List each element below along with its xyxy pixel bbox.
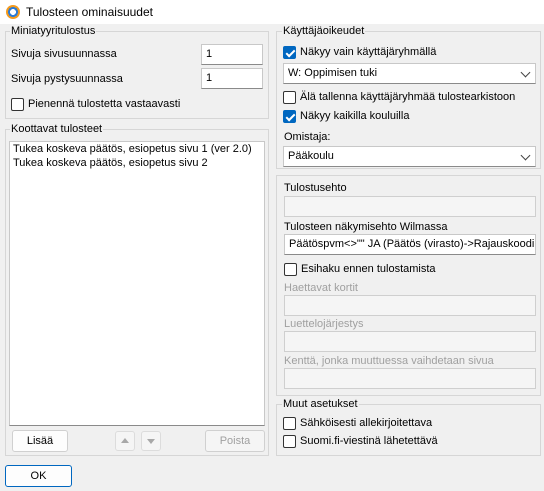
add-button[interactable]: Lisää — [12, 430, 68, 452]
only-group-checkbox[interactable] — [283, 46, 296, 59]
thumbnail-group-title: Miniatyyritulostus — [10, 25, 97, 37]
app-logo-icon — [6, 5, 20, 19]
permissions-group-title: Käyttäjäoikeudet — [282, 25, 366, 37]
move-down-button[interactable] — [141, 431, 161, 451]
all-schools-checkbox-row[interactable]: Näkyy kaikilla kouluilla — [283, 109, 533, 125]
list-item[interactable]: Tukea koskeva päätös, esiopetus sivu 1 (… — [10, 142, 264, 156]
suomifi-checkbox-row[interactable]: Suomi.fi-viestinä lähetettävä — [283, 434, 533, 450]
list-item[interactable]: Tukea koskeva päätös, esiopetus sivu 2 — [10, 156, 264, 170]
owner-select-value: Pääkoulu — [288, 150, 334, 162]
only-group-checkbox-row[interactable]: Näkyy vain käyttäjäryhmällä — [283, 45, 533, 61]
cards-label: Haettavat kortit — [284, 282, 358, 294]
all-schools-checkbox-label: Näkyy kaikilla kouluilla — [300, 110, 410, 122]
list-order-label: Luettelojärjestys — [284, 318, 364, 330]
shrink-checkbox-row[interactable]: Pienennä tulostetta vastaavasti — [11, 97, 231, 113]
all-schools-checkbox[interactable] — [283, 110, 296, 123]
shrink-checkbox[interactable] — [11, 98, 24, 111]
visibility-condition-label: Tulosteen näkymisehto Wilmassa — [284, 221, 448, 233]
owner-select[interactable]: Pääkoulu — [283, 146, 536, 167]
other-settings-group-title: Muut asetukset — [282, 398, 359, 410]
shrink-checkbox-label: Pienennä tulostetta vastaavasti — [28, 98, 181, 110]
collected-group-title: Koottavat tulosteet — [10, 123, 104, 135]
suomifi-checkbox-label: Suomi.fi-viestinä lähetettävä — [300, 435, 438, 447]
pages-horizontal-input[interactable]: 1 — [201, 44, 263, 65]
pages-horizontal-label: Sivuja sivusuunnassa — [11, 48, 117, 60]
chevron-down-icon — [520, 150, 531, 161]
preview-checkbox[interactable] — [284, 263, 297, 276]
e-sign-checkbox-row[interactable]: Sähköisesti allekirjoitettava — [283, 416, 533, 432]
list-order-input[interactable] — [284, 331, 536, 352]
suomifi-checkbox[interactable] — [283, 435, 296, 448]
preview-checkbox-row[interactable]: Esihaku ennen tulostamista — [284, 262, 534, 278]
page-break-field-input[interactable] — [284, 368, 536, 389]
preview-checkbox-label: Esihaku ennen tulostamista — [301, 263, 436, 275]
dont-save-checkbox-label: Älä tallenna käyttäjäryhmää tulostearkis… — [300, 91, 516, 103]
pages-vertical-label: Sivuja pystysuunnassa — [11, 73, 123, 85]
window-title: Tulosteen ominaisuudet — [26, 5, 153, 19]
pages-vertical-input[interactable]: 1 — [201, 68, 263, 89]
user-group-select-value: W: Oppimisen tuki — [288, 67, 378, 79]
e-sign-checkbox-label: Sähköisesti allekirjoitettava — [300, 417, 433, 429]
print-condition-input[interactable] — [284, 196, 536, 217]
e-sign-checkbox[interactable] — [283, 417, 296, 430]
move-up-button[interactable] — [115, 431, 135, 451]
dont-save-checkbox[interactable] — [283, 91, 296, 104]
arrow-down-icon — [147, 439, 155, 444]
visibility-condition-input[interactable]: Päätöspvm<>"" JA (Päätös (virasto)->Raja… — [284, 234, 536, 255]
ok-button[interactable]: OK — [5, 465, 72, 487]
title-bar: Tulosteen ominaisuudet — [0, 0, 544, 24]
collected-listbox[interactable]: Tukea koskeva päätös, esiopetus sivu 1 (… — [9, 141, 265, 426]
remove-button[interactable]: Poista — [205, 430, 265, 452]
arrow-up-icon — [121, 438, 129, 443]
only-group-checkbox-label: Näkyy vain käyttäjäryhmällä — [300, 46, 437, 58]
cards-input[interactable] — [284, 295, 536, 316]
dont-save-checkbox-row[interactable]: Älä tallenna käyttäjäryhmää tulostearkis… — [283, 90, 538, 106]
user-group-select[interactable]: W: Oppimisen tuki — [283, 63, 536, 84]
owner-label: Omistaja: — [284, 131, 331, 143]
print-condition-label: Tulostusehto — [284, 182, 347, 194]
chevron-down-icon — [520, 67, 531, 78]
page-break-field-label: Kenttä, jonka muuttuessa vaihdetaan sivu… — [284, 355, 494, 367]
